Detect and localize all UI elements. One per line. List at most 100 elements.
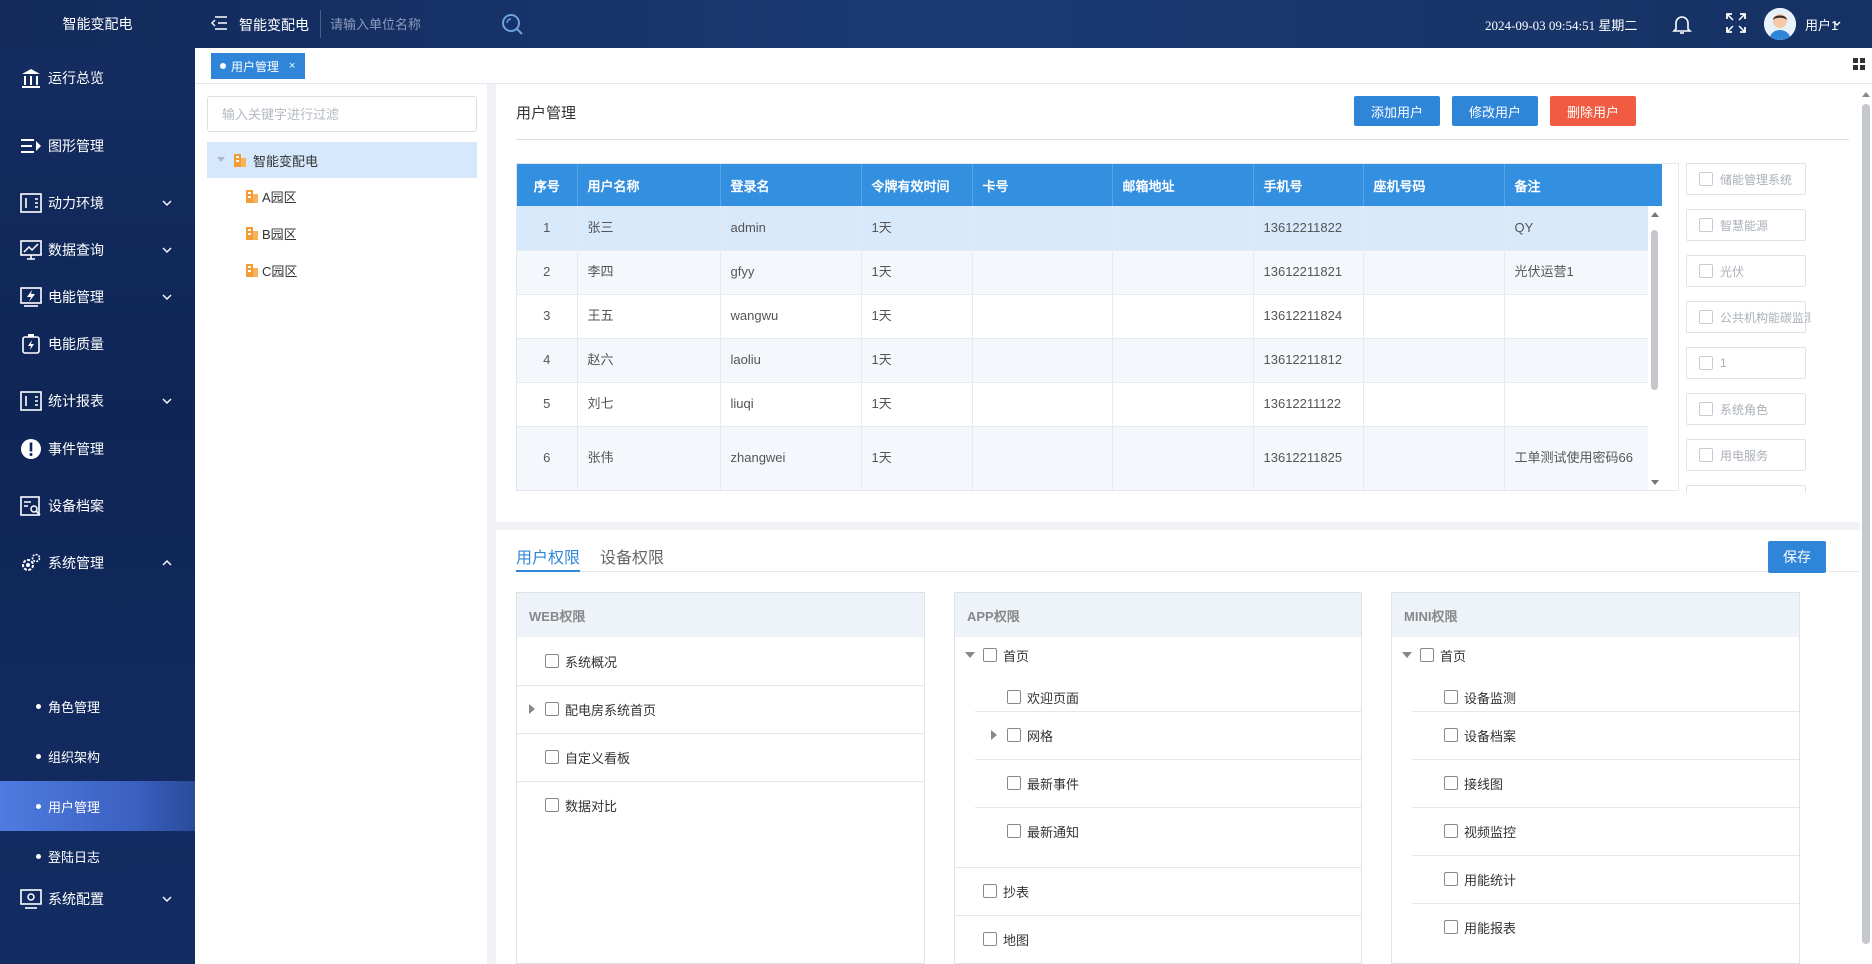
scroll-down-icon[interactable]: [1651, 480, 1659, 485]
perm-checkbox[interactable]: [1444, 872, 1458, 886]
column-header[interactable]: 用户名称: [577, 164, 721, 206]
table-scrollbar[interactable]: [1648, 206, 1660, 490]
tab-close-icon[interactable]: ×: [289, 60, 295, 72]
role-item[interactable]: 智慧能源: [1686, 209, 1806, 241]
sidebar-item-power-env[interactable]: 动力环境: [0, 176, 195, 230]
scroll-thumb[interactable]: [1651, 230, 1658, 390]
role-checkbox[interactable]: [1699, 310, 1713, 324]
sidebar-item-device-archive[interactable]: 设备档案: [0, 479, 195, 533]
column-header[interactable]: 座机号码: [1363, 164, 1505, 206]
table-row[interactable]: 1 张三 admin 1天 13612211822 QY: [517, 206, 1649, 251]
unit-search-input[interactable]: [330, 10, 490, 38]
sidebar-item-energy-mgmt[interactable]: 电能管理: [0, 270, 195, 324]
perm-checkbox[interactable]: [545, 654, 559, 668]
table-row[interactable]: 3 王五 wangwu 1天 13612211824: [517, 294, 1649, 339]
tree-node-a[interactable]: A园区: [207, 178, 477, 214]
sidebar-item-events[interactable]: 事件管理: [0, 422, 195, 476]
perm-checkbox[interactable]: [1007, 776, 1021, 790]
grid-menu-icon[interactable]: [1853, 58, 1865, 70]
expand-right-icon[interactable]: [991, 730, 997, 740]
table-row[interactable]: 6 张伟 zhangwei 1天 13612211825 工单测试使用密码66: [517, 426, 1649, 490]
tree-expand-caret-icon[interactable]: [217, 157, 225, 162]
collapse-down-icon[interactable]: [1402, 652, 1412, 658]
perm-item[interactable]: 接线图: [1412, 759, 1799, 807]
collapse-down-icon[interactable]: [965, 652, 975, 658]
perm-checkbox[interactable]: [983, 648, 997, 662]
perm-checkbox[interactable]: [1007, 824, 1021, 838]
column-header[interactable]: 备注: [1504, 164, 1649, 206]
sidebar-item-power-quality[interactable]: 电能质量: [0, 317, 195, 371]
role-item[interactable]: 用电服务: [1686, 439, 1806, 471]
role-checkbox[interactable]: [1699, 218, 1713, 232]
sidebar-item-system-mgmt[interactable]: 系统管理: [0, 536, 195, 590]
perm-item[interactable]: 最新通知: [975, 807, 1361, 855]
expand-right-icon[interactable]: [529, 704, 535, 714]
add-user-button[interactable]: 添加用户: [1354, 96, 1440, 126]
perm-item[interactable]: 用能统计: [1412, 855, 1799, 903]
column-header[interactable]: 登录名: [720, 164, 862, 206]
perm-checkbox[interactable]: [1444, 728, 1458, 742]
sidebar-subitem-users[interactable]: 用户管理: [0, 781, 195, 831]
perm-item[interactable]: 配电房系统首页: [517, 685, 924, 733]
edit-user-button[interactable]: 修改用户: [1452, 96, 1538, 126]
scroll-up-icon[interactable]: [1862, 92, 1870, 97]
perm-item[interactable]: 网格: [975, 711, 1361, 759]
scroll-up-icon[interactable]: [1651, 212, 1659, 217]
user-menu-chevron-icon[interactable]: [1832, 14, 1842, 34]
column-header[interactable]: 令牌有效时间: [861, 164, 973, 206]
sidebar-item-reports[interactable]: 统计报表: [0, 374, 195, 428]
perm-checkbox[interactable]: [1007, 690, 1021, 704]
perm-item[interactable]: 数据对比: [517, 781, 924, 829]
column-header[interactable]: 邮箱地址: [1112, 164, 1254, 206]
menu-toggle-icon[interactable]: [210, 13, 228, 33]
column-header[interactable]: 卡号: [972, 164, 1113, 206]
tree-node-b[interactable]: B园区: [207, 215, 477, 251]
sidebar-item-system-config[interactable]: 系统配置: [0, 872, 195, 926]
tree-node-c[interactable]: C园区: [207, 252, 477, 288]
perm-checkbox[interactable]: [1007, 728, 1021, 742]
role-item[interactable]: 公共机构能碳监测管理: [1686, 301, 1811, 333]
perm-checkbox[interactable]: [1444, 824, 1458, 838]
sidebar-item-overview[interactable]: 运行总览: [0, 51, 195, 105]
role-checkbox[interactable]: [1699, 356, 1713, 370]
role-item[interactable]: 系统角色: [1686, 393, 1806, 425]
table-row[interactable]: 2 李四 gfyy 1天 13612211821 光伏运营1: [517, 250, 1649, 295]
page-scrollbar[interactable]: [1860, 84, 1872, 964]
perm-checkbox[interactable]: [545, 702, 559, 716]
perm-item[interactable]: 抄表: [955, 867, 1361, 915]
delete-user-button[interactable]: 删除用户: [1550, 96, 1636, 126]
role-checkbox[interactable]: [1699, 402, 1713, 416]
perm-item[interactable]: 自定义看板: [517, 733, 924, 781]
role-item[interactable]: 储能管理系统: [1686, 163, 1806, 195]
perm-item[interactable]: 用能报表: [1412, 903, 1799, 951]
role-checkbox[interactable]: [1699, 264, 1713, 278]
perm-checkbox[interactable]: [1444, 776, 1458, 790]
user-avatar[interactable]: [1764, 8, 1796, 40]
tree-node-root[interactable]: 智能变配电: [207, 142, 477, 178]
tree-filter-input[interactable]: [207, 96, 477, 132]
perm-item-root[interactable]: 首页: [955, 637, 1361, 673]
perm-item[interactable]: 最新事件: [975, 759, 1361, 807]
table-row[interactable]: 4 赵六 laoliu 1天 13612211812: [517, 338, 1649, 383]
fullscreen-icon[interactable]: [1725, 12, 1747, 34]
perm-checkbox[interactable]: [1444, 690, 1458, 704]
column-header[interactable]: 手机号: [1253, 164, 1364, 206]
search-icon[interactable]: [500, 12, 524, 36]
perm-item[interactable]: 视频监控: [1412, 807, 1799, 855]
table-row[interactable]: 5 刘七 liuqi 1天 13612211122: [517, 382, 1649, 427]
sidebar-subitem-roles[interactable]: 角色管理: [0, 681, 195, 731]
perm-checkbox[interactable]: [1420, 648, 1434, 662]
tab-user-permissions[interactable]: 用户权限: [516, 544, 580, 568]
bell-icon[interactable]: [1670, 12, 1694, 36]
save-button[interactable]: 保存: [1768, 541, 1826, 573]
perm-item[interactable]: 地图: [955, 915, 1361, 963]
role-checkbox[interactable]: [1699, 448, 1713, 462]
tab-user-management[interactable]: 用户管理 ×: [211, 53, 306, 79]
perm-checkbox[interactable]: [983, 932, 997, 946]
perm-item[interactable]: 系统概况: [517, 637, 924, 685]
sidebar-item-data-query[interactable]: 数据查询: [0, 223, 195, 277]
role-item[interactable]: 1: [1686, 347, 1806, 379]
perm-checkbox[interactable]: [983, 884, 997, 898]
perm-item[interactable]: 设备档案: [1412, 711, 1799, 759]
tab-device-permissions[interactable]: 设备权限: [600, 544, 664, 568]
